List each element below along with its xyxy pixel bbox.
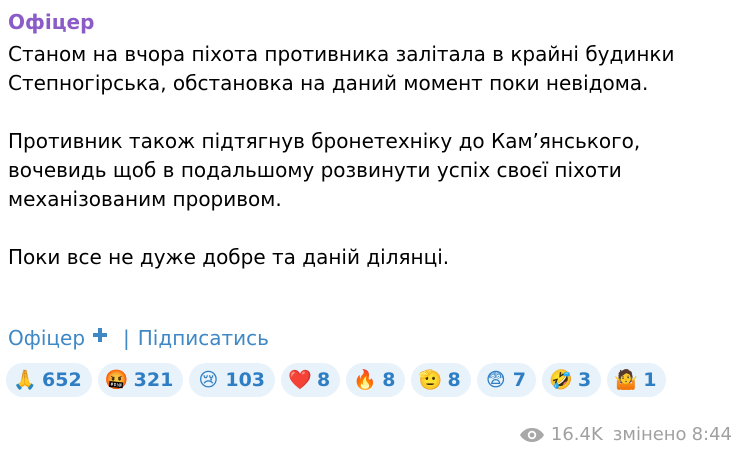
- channel-name[interactable]: Офіцер: [8, 9, 94, 35]
- message-paragraph: Противник також підтягнув бронетехніку д…: [8, 129, 641, 211]
- subscribe-link[interactable]: Підписатись: [138, 325, 269, 351]
- reaction-count: 1: [643, 369, 657, 391]
- reaction-count: 7: [512, 369, 526, 391]
- fearful-face-icon: 😨: [485, 368, 506, 391]
- reaction-count: 8: [317, 369, 331, 391]
- reaction-count: 3: [577, 369, 592, 391]
- reaction-count: 321: [133, 369, 174, 391]
- reaction-rolling-laughing[interactable]: 🤣 3: [541, 363, 602, 397]
- rolling-laughing-icon: 🤣: [549, 368, 573, 391]
- signature-channel-link[interactable]: Офіцер: [8, 325, 85, 351]
- reaction-fire[interactable]: 🔥 8: [346, 363, 406, 397]
- post-meta: 16.4K змінено 8:44: [519, 424, 732, 445]
- reaction-count: 103: [225, 369, 266, 391]
- reaction-saluting-hand[interactable]: 🫡 8: [411, 363, 471, 397]
- channel-post: Офіцер Станом на вчора піхота противника…: [0, 0, 740, 454]
- reaction-cursing-face[interactable]: 🤬 321: [97, 363, 184, 397]
- message-paragraph: Поки все не дуже добре та даній ділянці.: [8, 245, 450, 269]
- crying-face-icon: 😢: [198, 368, 219, 391]
- message-paragraph: Станом на вчора піхота противника заліта…: [8, 42, 675, 95]
- red-heart-icon: ❤️: [288, 368, 312, 391]
- reaction-red-heart[interactable]: ❤️ 8: [281, 363, 341, 397]
- saluting-hand-icon: 🫡: [418, 368, 443, 391]
- reaction-crying-face[interactable]: 😢 103: [189, 363, 276, 397]
- reaction-shrug[interactable]: 🤷 1: [607, 363, 667, 397]
- eye-icon: [519, 427, 544, 442]
- reaction-count: 652: [42, 369, 82, 391]
- post-time: 8:44: [691, 424, 732, 445]
- reaction-folded-hands[interactable]: 🙏 652: [6, 363, 92, 397]
- signature: Офіцер | Підписатись: [8, 325, 269, 351]
- reaction-count: 8: [382, 369, 396, 391]
- view-count: 16.4K: [550, 424, 603, 445]
- reactions-bar: 🙏 652 🤬 321 😢 103 ❤️ 8 🔥 8 🫡 8 😨 7 🤣 3 🤷…: [6, 363, 732, 397]
- fire-icon: 🔥: [353, 368, 378, 391]
- reaction-fearful-face[interactable]: 😨 7: [476, 363, 536, 397]
- folded-hands-icon: 🙏: [13, 368, 37, 391]
- blue-cross-icon: [92, 325, 108, 351]
- edited-label: змінено: [612, 424, 687, 445]
- message-text: Станом на вчора піхота противника заліта…: [8, 40, 734, 272]
- signature-separator: |: [123, 326, 130, 350]
- cursing-face-icon: 🤬: [104, 368, 129, 391]
- shrug-icon: 🤷: [614, 368, 639, 391]
- reaction-count: 8: [447, 369, 461, 391]
